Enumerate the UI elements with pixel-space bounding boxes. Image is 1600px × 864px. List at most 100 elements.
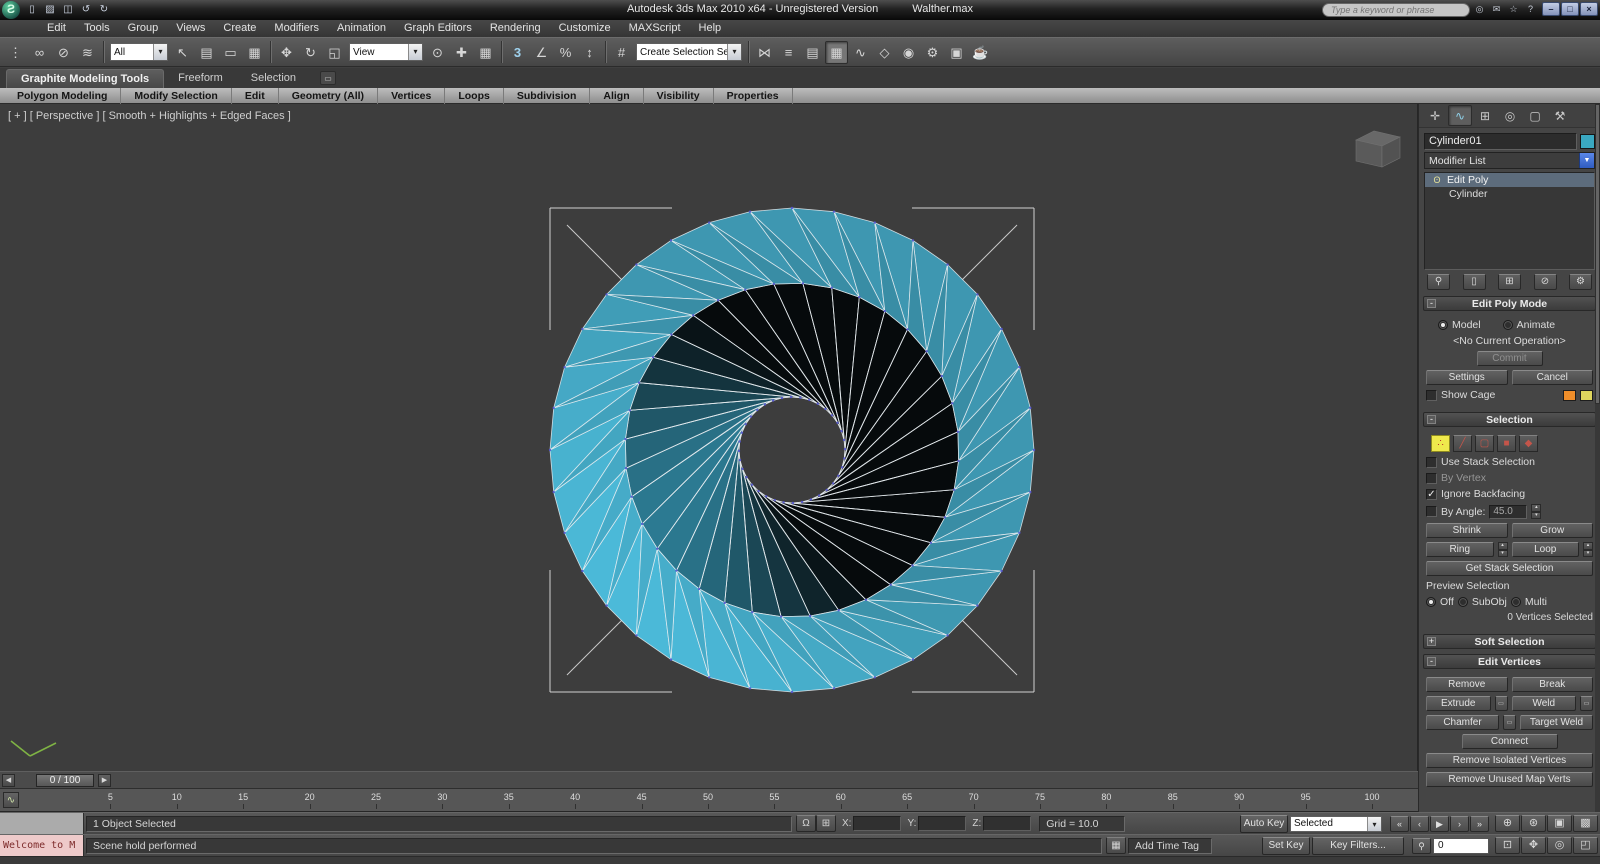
track-bar[interactable]: ∿ 5 10 15 20 25 30 35 40 45 50 55 60 65 70 75 80 85 90 95 1… — [0, 789, 1418, 812]
ribbon-subtab-vertices[interactable]: Vertices — [378, 87, 446, 104]
curve-editor-icon[interactable]: ∿ — [849, 41, 872, 64]
infocenter-search-input[interactable] — [1322, 3, 1470, 17]
by-angle-checkbox[interactable] — [1426, 506, 1437, 517]
spinner-snap-icon[interactable]: ↕ — [578, 41, 601, 64]
stack-item-edit-poly[interactable]: ʘ Edit Poly — [1425, 173, 1594, 187]
edit-named-selection-sets-icon[interactable]: # — [610, 41, 633, 64]
orbit-icon[interactable]: ◎ — [1547, 837, 1572, 854]
connect-button[interactable]: Connect — [1461, 734, 1558, 749]
remove-unused-map-verts-button[interactable]: Remove Unused Map Verts — [1426, 772, 1593, 787]
favorites-icon[interactable]: ☆ — [1506, 3, 1521, 17]
target-weld-button[interactable]: Target Weld — [1520, 715, 1593, 730]
window-crossing-icon[interactable]: ▦ — [243, 41, 266, 64]
ribbon-minimize-icon[interactable]: ▭ — [320, 71, 337, 85]
rollout-header-soft-selection[interactable]: Soft Selection — [1423, 634, 1596, 649]
bind-to-space-warp-icon[interactable]: ≋ — [76, 41, 99, 64]
menu-tools[interactable]: Tools — [75, 20, 119, 37]
key-mode-toggle-icon[interactable]: ⚲ — [1412, 837, 1431, 854]
mirror-icon[interactable]: ⋈ — [753, 41, 776, 64]
weld-button[interactable]: Weld — [1511, 696, 1576, 711]
select-and-link-icon[interactable]: ∞ — [28, 41, 51, 64]
loop-spinner[interactable] — [1583, 542, 1593, 557]
panel-scrollbar[interactable] — [1595, 104, 1600, 812]
ribbon-subtab-properties[interactable]: Properties — [714, 87, 793, 104]
keyboard-shortcut-icon[interactable]: ▦ — [1106, 837, 1126, 854]
remove-isolated-vertices-button[interactable]: Remove Isolated Vertices — [1426, 753, 1593, 768]
get-stack-selection-button[interactable]: Get Stack Selection — [1426, 561, 1593, 576]
object-name-field[interactable]: Cylinder01 — [1424, 132, 1577, 150]
menu-customize[interactable]: Customize — [550, 20, 620, 37]
model-radio[interactable] — [1438, 320, 1448, 330]
menu-modifiers[interactable]: Modifiers — [265, 20, 328, 37]
add-time-tag[interactable]: Add Time Tag — [1128, 837, 1212, 854]
select-by-name-icon[interactable]: ▤ — [195, 41, 218, 64]
modifier-visibility-icon[interactable]: ʘ — [1431, 175, 1443, 185]
macro-recorder-pane[interactable] — [0, 812, 84, 835]
render-production-icon[interactable]: ☕ — [969, 41, 992, 64]
display-tab-icon[interactable]: ▢ — [1523, 105, 1547, 126]
use-stack-selection-checkbox[interactable] — [1426, 456, 1437, 468]
modifier-list-dropdown[interactable]: Modifier List — [1424, 152, 1595, 169]
expand-icon[interactable] — [1427, 637, 1436, 646]
3ds-max-logo-icon[interactable]: Ƨ — [2, 1, 20, 19]
ignore-backfacing-checkbox[interactable] — [1426, 488, 1437, 500]
maximize-button[interactable]: □ — [1561, 2, 1579, 16]
animate-radio[interactable] — [1502, 320, 1513, 330]
ribbon-subtab-edit[interactable]: Edit — [232, 87, 279, 104]
maxscript-mini-listener[interactable]: Welcome to M — [0, 834, 84, 857]
shrink-button[interactable]: Shrink — [1426, 523, 1508, 538]
mini-curve-editor-icon[interactable]: ∿ — [3, 792, 19, 808]
configure-modifier-sets-icon[interactable]: ⚙ — [1569, 274, 1592, 290]
absolute-offset-mode-icon[interactable]: ⊞ — [816, 815, 836, 832]
weld-settings-icon[interactable] — [1580, 696, 1593, 711]
key-filters-button[interactable]: Key Filters... — [1312, 836, 1404, 855]
object-color-swatch[interactable] — [1580, 133, 1595, 149]
redo-dropdown-icon[interactable]: ↻ — [96, 2, 112, 17]
collapse-icon[interactable] — [1427, 299, 1436, 308]
preview-subobj-radio[interactable] — [1457, 597, 1468, 607]
create-tab-icon[interactable]: ✛ — [1423, 105, 1447, 126]
viewcube[interactable] — [1355, 130, 1401, 168]
commit-button[interactable]: Commit — [1476, 351, 1543, 366]
use-pivot-center-icon[interactable]: ⊙ — [426, 41, 449, 64]
select-and-scale-icon[interactable]: ◱ — [323, 41, 346, 64]
utilities-tab-icon[interactable]: ⚒ — [1548, 105, 1572, 126]
extrude-settings-icon[interactable] — [1494, 696, 1508, 711]
minimize-button[interactable]: – — [1542, 2, 1560, 16]
chamfer-settings-icon[interactable] — [1503, 715, 1516, 730]
selection-region-icon[interactable]: ▭ — [219, 41, 242, 64]
ribbon-subtab-polygon-modeling[interactable]: Polygon Modeling — [4, 87, 122, 104]
menu-graph-editors[interactable]: Graph Editors — [395, 20, 481, 37]
menu-animation[interactable]: Animation — [328, 20, 395, 37]
chevron-down-icon[interactable] — [408, 44, 422, 60]
cancel-button[interactable]: Cancel — [1511, 370, 1593, 385]
zoom-icon[interactable]: ⊕ — [1495, 815, 1520, 832]
grow-button[interactable]: Grow — [1511, 523, 1593, 538]
go-to-end-button[interactable]: » — [1470, 815, 1489, 832]
remove-button[interactable]: Remove — [1426, 677, 1508, 692]
align-icon[interactable]: ≡ — [777, 41, 800, 64]
ring-spinner[interactable] — [1497, 542, 1508, 557]
ribbon-subtab-visibility[interactable]: Visibility — [644, 87, 714, 104]
menu-help[interactable]: Help — [690, 20, 731, 37]
show-cage-checkbox[interactable] — [1426, 389, 1437, 401]
chamfer-button[interactable]: Chamfer — [1426, 715, 1499, 730]
modify-tab-icon[interactable]: ∿ — [1448, 105, 1472, 126]
by-vertex-checkbox[interactable] — [1426, 472, 1437, 484]
show-end-result-icon[interactable]: ▯ — [1462, 274, 1486, 290]
extrude-button[interactable]: Extrude — [1426, 696, 1491, 711]
y-coordinate-field[interactable] — [918, 816, 967, 831]
rollout-header-edit-poly-mode[interactable]: Edit Poly Mode — [1423, 296, 1596, 311]
toolbar-drag-handle[interactable]: ⋮ — [4, 41, 27, 64]
viewport-canvas[interactable] — [0, 104, 1418, 771]
rendered-frame-icon[interactable]: ▣ — [945, 41, 968, 64]
menu-views[interactable]: Views — [167, 20, 214, 37]
settings-button[interactable]: Settings — [1426, 370, 1508, 385]
selection-filter-dropdown[interactable]: All — [110, 43, 168, 61]
chevron-down-icon[interactable] — [727, 44, 741, 60]
by-angle-spinner[interactable] — [1531, 504, 1542, 519]
chevron-down-icon[interactable] — [1579, 153, 1594, 168]
menu-maxscript[interactable]: MAXScript — [620, 20, 690, 37]
edge-subobject-icon[interactable]: ╱ — [1453, 435, 1472, 452]
unlink-selection-icon[interactable]: ⊘ — [52, 41, 75, 64]
